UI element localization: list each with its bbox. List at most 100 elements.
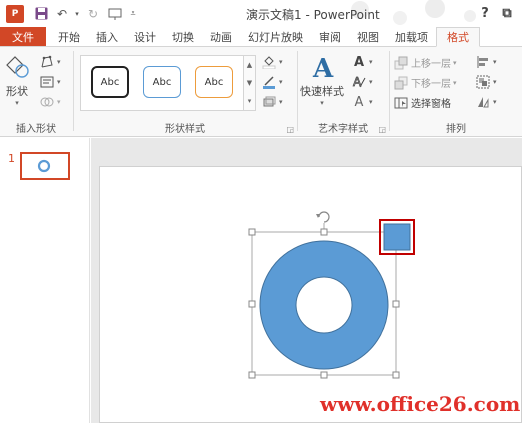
help-button[interactable]: ? xyxy=(474,2,496,24)
group-objects-button[interactable]: ▾ xyxy=(476,75,497,89)
text-fill-button[interactable]: A ▾ xyxy=(352,54,373,70)
merge-shapes-icon xyxy=(40,95,54,109)
shapes-button-label: 形状 xyxy=(6,85,28,98)
text-effects-dropdown-icon: ▾ xyxy=(369,98,373,106)
merge-shapes-dropdown-icon: ▾ xyxy=(57,98,61,106)
tab-format[interactable]: 格式 xyxy=(436,27,480,47)
gallery-scroll: ▲ ▼ ▾ xyxy=(243,56,255,110)
send-backward-dropdown-icon: ▾ xyxy=(453,78,457,87)
shape-fill-button[interactable]: ▾ xyxy=(262,55,283,69)
shape-styles-gallery: Abc Abc Abc ▲ ▼ ▾ xyxy=(80,55,256,111)
bring-forward-button[interactable]: 上移一层 ▾ xyxy=(394,55,457,70)
resize-handle-top-left[interactable] xyxy=(248,228,256,236)
slide[interactable] xyxy=(99,166,522,423)
align-button[interactable]: ▾ xyxy=(476,55,497,69)
align-dropdown-icon: ▾ xyxy=(493,58,497,66)
send-backward-icon xyxy=(394,76,408,90)
tab-slideshow[interactable]: 幻灯片放映 xyxy=(240,27,311,46)
watermark-text: www.office26.com xyxy=(320,392,521,416)
wordart-launcher-icon[interactable]: ◲ xyxy=(378,125,386,134)
slide-shapes xyxy=(248,211,415,379)
shape-fill-dropdown-icon: ▾ xyxy=(279,58,283,66)
window-controls: ? ⧉ xyxy=(474,2,518,24)
shape-effects-icon xyxy=(262,95,276,109)
donut-shape[interactable] xyxy=(259,240,389,370)
undo-dropdown-icon[interactable]: ▾ xyxy=(72,3,82,25)
wordart-group-label: 艺术字样式 xyxy=(318,124,368,135)
shape-style-option-3[interactable]: Abc xyxy=(195,66,233,98)
selection-pane-button[interactable]: 选择窗格 xyxy=(394,95,451,110)
window-title: 演示文稿1 - PowerPoint xyxy=(246,8,380,22)
resize-handle-bottom-left[interactable] xyxy=(248,371,256,379)
text-outline-dropdown-icon: ▾ xyxy=(369,78,373,86)
resize-handle-bottom[interactable] xyxy=(320,371,328,379)
slide-thumbnails-pane: 1 xyxy=(0,138,90,423)
tab-file[interactable]: 文件 xyxy=(0,27,46,46)
text-box-icon xyxy=(40,75,54,89)
shapes-button[interactable]: 形状 ▾ xyxy=(4,53,30,107)
edit-shape-button[interactable]: ▾ xyxy=(40,55,61,69)
tab-addins[interactable]: 加载项 xyxy=(387,27,436,46)
svg-text:A: A xyxy=(312,54,334,81)
quick-styles-button[interactable]: A 快速样式 ▾ xyxy=(300,53,344,107)
text-box-dropdown-icon: ▾ xyxy=(57,78,61,86)
resize-handle-left[interactable] xyxy=(248,300,256,308)
tab-home[interactable]: 开始 xyxy=(50,27,88,46)
text-fill-icon: A xyxy=(353,54,365,70)
powerpoint-logo-icon: P xyxy=(6,4,24,23)
customize-qat-icon[interactable]: ⩡ xyxy=(126,3,140,25)
text-outline-icon: A xyxy=(352,75,366,89)
tab-transitions[interactable]: 切换 xyxy=(164,27,202,46)
pen-icon xyxy=(262,75,276,89)
text-fill-dropdown-icon: ▾ xyxy=(369,58,373,66)
shape-outline-button[interactable]: ▾ xyxy=(262,75,283,89)
rotate-button[interactable]: ▾ xyxy=(476,95,497,109)
quick-styles-label: 快速样式 xyxy=(300,85,344,98)
undo-icon[interactable]: ↶ xyxy=(52,3,72,25)
text-outline-button[interactable]: A ▾ xyxy=(352,75,373,89)
gallery-more-icon[interactable]: ▾ xyxy=(248,97,252,105)
save-icon[interactable] xyxy=(30,3,52,25)
tab-review[interactable]: 审阅 xyxy=(311,27,349,46)
resize-handle-top[interactable] xyxy=(320,228,328,236)
shape-outline-dropdown-icon: ▾ xyxy=(279,78,283,86)
merge-shapes-button[interactable]: ▾ xyxy=(40,95,61,109)
resize-handle-right[interactable] xyxy=(392,300,400,308)
gallery-scroll-down-icon[interactable]: ▼ xyxy=(247,79,252,87)
shapes-dropdown-icon: ▾ xyxy=(15,99,19,107)
text-effects-button[interactable]: A ▾ xyxy=(352,94,373,110)
text-box-button[interactable]: ▾ xyxy=(40,75,61,89)
bring-forward-icon xyxy=(394,56,408,70)
shape-styles-group: Abc Abc Abc ▲ ▼ ▾ ▾ ▾ ▾ 形状样式 ◲ xyxy=(74,47,296,137)
shape-style-option-2[interactable]: Abc xyxy=(143,66,181,98)
text-effects-icon: A xyxy=(354,94,364,110)
resize-handle-bottom-right[interactable] xyxy=(392,371,400,379)
svg-text:A: A xyxy=(353,75,362,89)
tab-insert[interactable]: 插入 xyxy=(88,27,126,46)
quick-access-toolbar: P ↶ ▾ ↻ ⩡ xyxy=(0,0,140,27)
gallery-scroll-up-icon[interactable]: ▲ xyxy=(247,61,252,69)
restore-ribbon-button[interactable]: ⧉ xyxy=(496,2,518,24)
shapes-icon xyxy=(6,56,29,78)
send-backward-button[interactable]: 下移一层 ▾ xyxy=(394,75,457,90)
edit-shape-icon xyxy=(40,55,54,69)
edit-shape-dropdown-icon: ▾ xyxy=(57,58,61,66)
shape-styles-group-label: 形状样式 xyxy=(165,124,205,135)
slideshow-from-start-icon[interactable] xyxy=(104,3,126,25)
rotate-icon xyxy=(476,95,490,109)
shape-styles-launcher-icon[interactable]: ◲ xyxy=(286,125,294,134)
selection-pane-label: 选择窗格 xyxy=(411,99,451,110)
redo-icon[interactable]: ↻ xyxy=(82,3,104,25)
adjustment-handle[interactable] xyxy=(383,223,411,251)
tab-view[interactable]: 视图 xyxy=(349,27,387,46)
slide-thumbnail[interactable] xyxy=(20,152,70,180)
rotation-handle-icon[interactable] xyxy=(316,211,330,223)
insert-shapes-group-label: 插入形状 xyxy=(16,124,56,135)
shape-effects-button[interactable]: ▾ xyxy=(262,95,283,109)
align-icon xyxy=(476,55,490,69)
tab-animations[interactable]: 动画 xyxy=(202,27,240,46)
wordart-a-icon: A xyxy=(312,54,334,81)
ribbon-tabs: 文件 开始 插入 设计 切换 动画 幻灯片放映 审阅 视图 加载项 格式 xyxy=(0,27,522,47)
tab-design[interactable]: 设计 xyxy=(126,27,164,46)
shape-style-option-1[interactable]: Abc xyxy=(91,66,129,98)
